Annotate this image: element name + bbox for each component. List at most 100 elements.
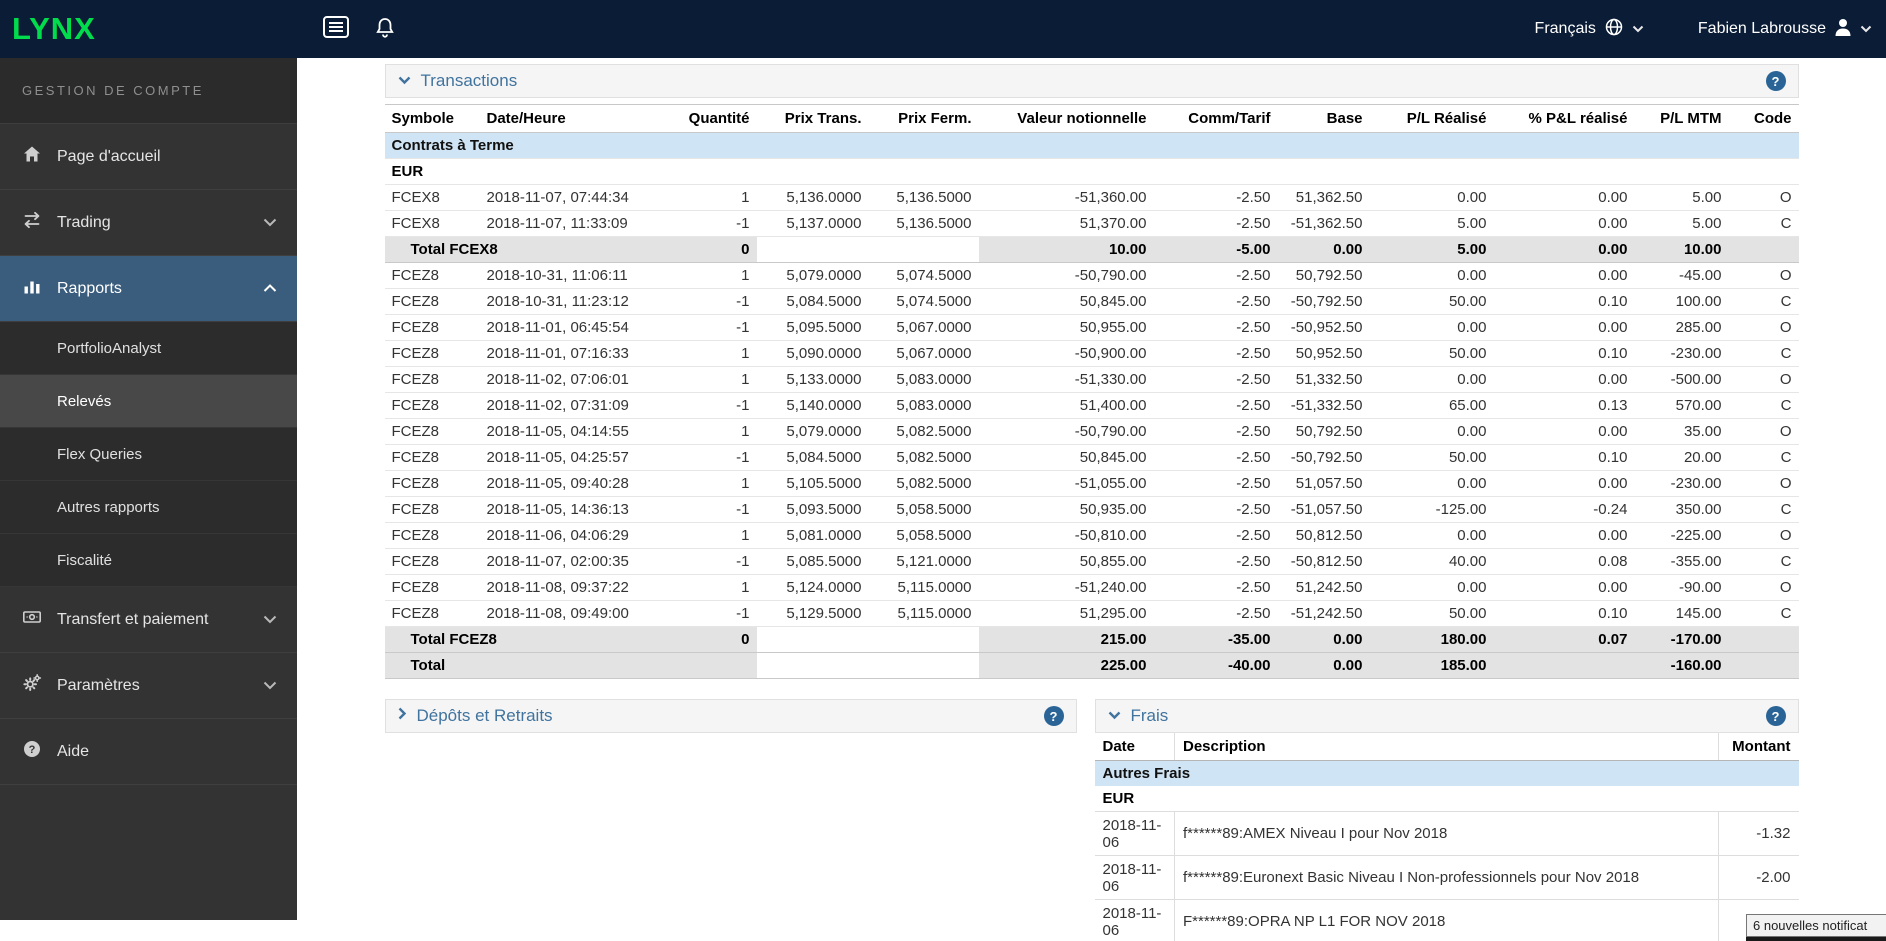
- transaction-row: FCEZ8 2018-10-31, 11:06:11 1 5,079.0000 5,07…: [384, 262, 1799, 289]
- notification-toast[interactable]: 6 nouvelles notificat: [1746, 914, 1886, 937]
- chevron-right-icon: [398, 707, 407, 725]
- column-header: Quantité: [672, 104, 757, 133]
- transaction-row: FCEZ8 2018-11-05, 04:25:57 -1 5,084.5000 5,0…: [384, 444, 1799, 471]
- chevron-down-icon: [1632, 20, 1644, 38]
- sidebar-subitem-portfolioanalyst[interactable]: PortfolioAnalyst: [0, 322, 297, 375]
- transaction-row: FCEZ8 2018-11-02, 07:31:09 -1 5,140.0000 5,0…: [384, 392, 1799, 419]
- transaction-row: FCEZ8 2018-11-02, 07:06:01 1 5,133.0000 5,08…: [384, 366, 1799, 393]
- transaction-row: FCEZ8 2018-11-05, 14:36:13 -1 5,093.5000 5,0…: [384, 496, 1799, 523]
- sidebar-item-label: Page d'accueil: [57, 147, 161, 165]
- sidebar-subitem-flex-queries[interactable]: Flex Queries: [0, 428, 297, 481]
- subtotal-row: Total FCEX8 0 10.00 -5.00 0.00 5.00 0.00 10.00: [384, 236, 1799, 263]
- sidebar-subitem-autres-rapports[interactable]: Autres rapports: [0, 481, 297, 534]
- menu-toggle-button[interactable]: [323, 15, 349, 43]
- fee-date: 2018-11-06: [1094, 855, 1175, 900]
- fees-currency-row: EUR: [1094, 786, 1799, 812]
- table-section-row: Contrats à Terme: [384, 132, 1799, 159]
- transaction-row: FCEZ8 2018-11-01, 07:16:33 1 5,090.0000 5,06…: [384, 340, 1799, 367]
- column-header: Prix Trans.: [756, 104, 869, 133]
- user-icon: [1834, 17, 1852, 42]
- fees-title: Frais: [1130, 706, 1169, 725]
- notifications-button[interactable]: [375, 16, 395, 43]
- bell-icon: [375, 16, 395, 43]
- transaction-row: FCEZ8 2018-11-08, 09:37:22 1 5,124.0000 5,11…: [384, 574, 1799, 601]
- column-header: Description: [1174, 733, 1719, 761]
- language-selector[interactable]: Français: [1535, 17, 1644, 42]
- user-menu[interactable]: Fabien Labrousse: [1698, 17, 1872, 42]
- notification-toast-edge: [1746, 937, 1886, 941]
- transactions-panel-header[interactable]: Transactions ?: [384, 64, 1799, 98]
- transaction-row: FCEX8 2018-11-07, 11:33:09 -1 5,137.0000 5,1…: [384, 210, 1799, 237]
- currency-row: EUR: [384, 158, 1799, 185]
- transactions-table-body: Contrats à Terme EUR FCEX8 2018-11-07, 07:4…: [384, 132, 1799, 679]
- home-icon: [22, 144, 42, 169]
- fees-table: Date Description Montant Autres Frais EUR…: [1094, 733, 1799, 941]
- fees-header-row: Date Description Montant: [1094, 733, 1799, 761]
- top-navbar: LYNX Français Fabien Labrousse: [0, 0, 1886, 58]
- fee-amount: -1.32: [1718, 811, 1799, 856]
- sidebar-item-transfert[interactable]: Transfert et paiement: [0, 587, 297, 653]
- sidebar-item-aide[interactable]: ? Aide: [0, 719, 297, 785]
- help-icon[interactable]: ?: [1765, 706, 1786, 726]
- fee-description: f******89:Euronext Basic Niveau I Non-pr…: [1174, 855, 1719, 900]
- transaction-row: FCEX8 2018-11-07, 07:44:34 1 5,136.0000 5,13…: [384, 184, 1799, 211]
- deposits-panel: Dépôts et Retraits ?: [384, 699, 1077, 733]
- chevron-down-icon: [263, 681, 277, 690]
- sidebar-section-title: GESTION DE COMPTE: [0, 58, 297, 124]
- sidebar-subitem-label: Flex Queries: [57, 445, 143, 463]
- lynx-logo: LYNX: [12, 11, 96, 46]
- chevron-up-icon: [263, 284, 277, 293]
- chevron-down-icon: [263, 615, 277, 624]
- section-label: Autres Frais: [1094, 760, 1799, 786]
- sidebar-item-rapports[interactable]: Rapports: [0, 256, 297, 322]
- column-header: % P&L réalisé: [1493, 104, 1635, 133]
- deposits-title: Dépôts et Retraits: [416, 706, 553, 725]
- money-transfer-icon: [22, 607, 42, 632]
- transaction-row: FCEZ8 2018-10-31, 11:23:12 -1 5,084.5000 5,0…: [384, 288, 1799, 315]
- sidebar-item-page-accueil[interactable]: Page d'accueil: [0, 124, 297, 190]
- currency-label: EUR: [384, 158, 1799, 185]
- transaction-row: FCEZ8 2018-11-05, 04:14:55 1 5,079.0000 5,08…: [384, 418, 1799, 445]
- column-header: Code: [1728, 104, 1799, 133]
- fees-section-row: Autres Frais: [1094, 760, 1799, 786]
- column-header: Comm/Tarif: [1153, 104, 1278, 133]
- sidebar-subitem-label: PortfolioAnalyst: [57, 339, 162, 357]
- column-header: Symbole: [384, 104, 480, 133]
- language-label: Français: [1534, 20, 1596, 37]
- fee-row: 2018-11-06 f******89:AMEX Niveau I pour N…: [1094, 811, 1799, 856]
- chevron-down-icon: [1108, 707, 1121, 725]
- help-icon[interactable]: ?: [1765, 71, 1786, 91]
- fees-panel-header[interactable]: Frais ?: [1094, 699, 1799, 733]
- transactions-table: Symbole Date/Heure Quantité Prix Trans. …: [384, 104, 1799, 679]
- chevron-down-icon: [1860, 20, 1872, 38]
- section-label: Contrats à Terme: [384, 132, 1799, 159]
- grand-total-row: Total 225.00 -40.00 0.00 185.00 -160.00: [384, 652, 1799, 679]
- sidebar-subitem-releves[interactable]: Relevés: [0, 375, 297, 428]
- currency-label: EUR: [1094, 786, 1799, 812]
- help-icon[interactable]: ?: [1043, 706, 1064, 726]
- fee-date: 2018-11-06: [1094, 899, 1175, 941]
- column-header: Montant: [1718, 733, 1799, 761]
- sidebar-subitem-fiscalite[interactable]: Fiscalité: [0, 534, 297, 587]
- column-header: Prix Ferm.: [868, 104, 979, 133]
- transactions-header-row: Symbole Date/Heure Quantité Prix Trans. …: [384, 104, 1799, 133]
- globe-icon: [1604, 17, 1624, 42]
- main-content: Transactions ? Symbole Date/Heure Quanti…: [297, 58, 1886, 941]
- transaction-row: FCEZ8 2018-11-07, 02:00:35 -1 5,085.5000 5,1…: [384, 548, 1799, 575]
- sidebar-item-label: Rapports: [57, 279, 122, 297]
- transaction-row: FCEZ8 2018-11-06, 04:06:29 1 5,081.0000 5,05…: [384, 522, 1799, 549]
- sidebar-subitem-label: Relevés: [57, 392, 112, 410]
- fee-description: f******89:AMEX Niveau I pour Nov 2018: [1174, 811, 1719, 856]
- list-menu-icon: [323, 15, 349, 43]
- transaction-row: FCEZ8 2018-11-05, 09:40:28 1 5,105.5000 5,08…: [384, 470, 1799, 497]
- sidebar-item-trading[interactable]: Trading: [0, 190, 297, 256]
- sidebar-item-label: Aide: [57, 742, 90, 760]
- fees-table-body: Autres Frais EUR 2018-11-06 f******89:AMEX …: [1094, 760, 1799, 941]
- subtotal-row: Total FCEZ8 0 215.00 -35.00 0.00 180.00 0.07 -1…: [384, 626, 1799, 653]
- sidebar-item-parametres[interactable]: Paramètres: [0, 653, 297, 719]
- deposits-panel-header[interactable]: Dépôts et Retraits ?: [384, 699, 1077, 733]
- sidebar-subitem-label: Autres rapports: [57, 498, 160, 516]
- sidebar-subitem-label: Fiscalité: [57, 551, 113, 569]
- transactions-panel: Transactions ? Symbole Date/Heure Quanti…: [384, 64, 1799, 679]
- sidebar-item-label: Trading: [57, 213, 111, 231]
